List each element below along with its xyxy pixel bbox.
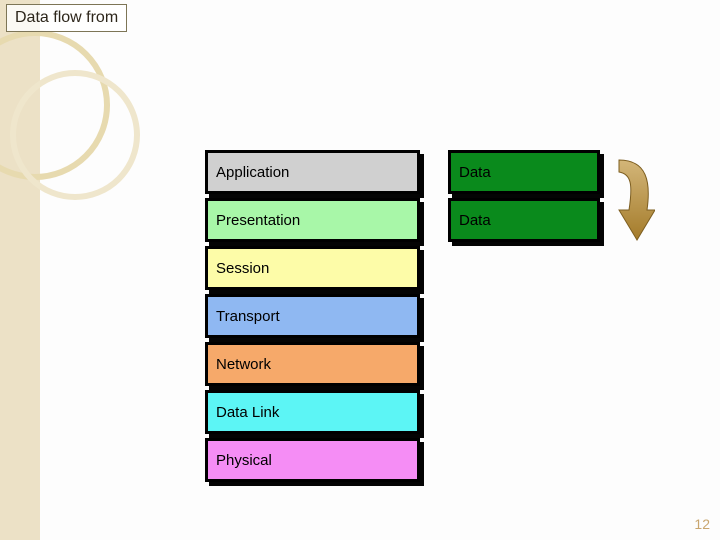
slide-title: Data flow from [6, 4, 127, 32]
layer-label: Application [216, 164, 289, 181]
layer-application: Application [205, 150, 420, 194]
curved-down-arrow-icon [613, 154, 655, 244]
data-block-presentation: Data [448, 198, 600, 242]
layer-label: Physical [216, 452, 272, 469]
layer-label: Presentation [216, 212, 300, 229]
layer-datalink: Data Link [205, 390, 420, 434]
page-number: 12 [694, 516, 710, 532]
layer-presentation: Presentation [205, 198, 420, 242]
layer-label: Data Link [216, 404, 279, 421]
layer-label: Network [216, 356, 271, 373]
layer-transport: Transport [205, 294, 420, 338]
osi-layer-stack: Application Presentation Session Transpo… [205, 150, 420, 486]
data-label: Data [459, 212, 491, 229]
decorative-circle [10, 70, 140, 200]
layer-network: Network [205, 342, 420, 386]
layer-physical: Physical [205, 438, 420, 482]
layer-session: Session [205, 246, 420, 290]
data-block-application: Data [448, 150, 600, 194]
layer-label: Session [216, 260, 269, 277]
data-label: Data [459, 164, 491, 181]
layer-label: Transport [216, 308, 280, 325]
